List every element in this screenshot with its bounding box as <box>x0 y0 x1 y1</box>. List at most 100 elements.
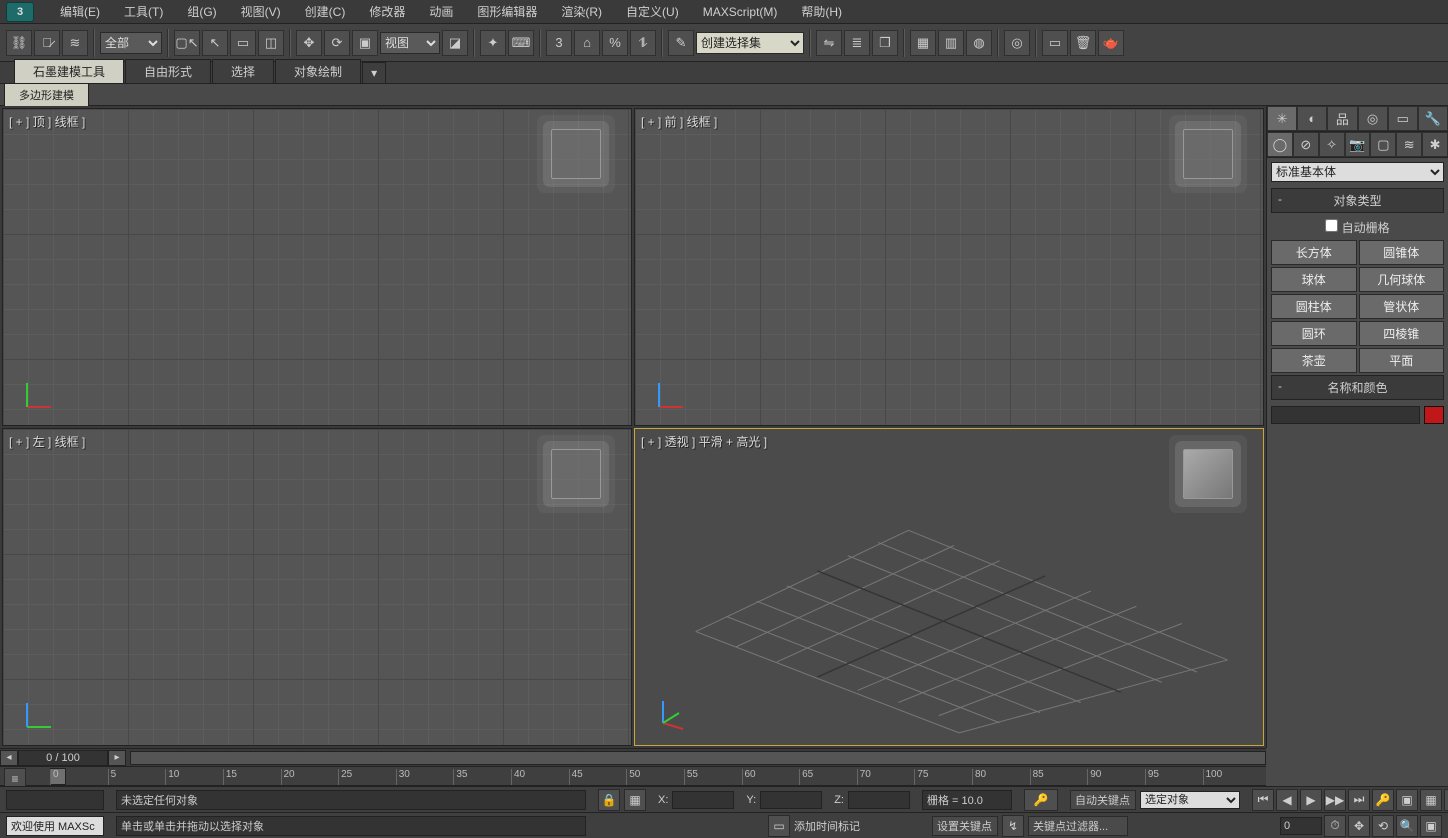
select-object-icon[interactable]: ▢↖ <box>174 30 200 56</box>
key-target-select[interactable]: 选定对象 <box>1140 791 1240 809</box>
pan-view-icon[interactable]: ✥ <box>1348 815 1370 837</box>
viewport-persp-label[interactable]: [ + ] 透视 ] 平滑 + 高光 ] <box>641 433 767 450</box>
render-production-icon[interactable]: 🗑 <box>1070 30 1096 56</box>
zoom-view-icon[interactable]: 🔍 <box>1396 815 1418 837</box>
zoom-all-icon[interactable]: ▦ <box>1420 789 1442 811</box>
tab-create-icon[interactable]: ✳ <box>1267 106 1297 131</box>
tab-display-icon[interactable]: ▭ <box>1388 106 1418 131</box>
tab-modify-icon[interactable]: ◐ <box>1297 106 1327 131</box>
tab-utilities-icon[interactable]: 🔧 <box>1418 106 1448 131</box>
render-frame-icon[interactable]: ▭ <box>1042 30 1068 56</box>
ref-coord-select[interactable]: 视图 <box>380 32 440 54</box>
selection-filter-select[interactable]: 全部 <box>100 32 162 54</box>
link-icon[interactable]: ⛓ <box>6 30 32 56</box>
trackbar-right-icon[interactable]: ▸ <box>108 750 126 766</box>
rollout-object-type[interactable]: 对象类型 <box>1271 188 1444 213</box>
viewcube-left-icon[interactable] <box>551 449 601 499</box>
track-slider[interactable] <box>130 751 1266 765</box>
viewport-front-label[interactable]: [ + ] 前 ] 线框 ] <box>641 113 717 130</box>
snap-toggle-icon[interactable]: 3 <box>546 30 572 56</box>
keymode-icon[interactable]: 🔑 <box>1372 789 1394 811</box>
menu-graph[interactable]: 图形编辑器 <box>465 0 549 23</box>
pivot-icon[interactable]: ◪ <box>442 30 468 56</box>
obj-plane-button[interactable]: 平面 <box>1359 348 1445 373</box>
menu-anim[interactable]: 动画 <box>417 0 465 23</box>
menu-create[interactable]: 创建(C) <box>293 0 358 23</box>
app-logo-icon[interactable]: 3 <box>6 2 34 22</box>
obj-torus-button[interactable]: 圆环 <box>1271 321 1357 346</box>
viewport-top[interactable]: [ + ] 顶 ] 线框 ] <box>2 108 632 426</box>
setkey-filter-icon[interactable]: ↯ <box>1002 815 1024 837</box>
keyfilter-button[interactable]: 关键点过滤器... <box>1028 816 1128 836</box>
obj-pyramid-button[interactable]: 四棱锥 <box>1359 321 1445 346</box>
bind-spacewarp-icon[interactable]: ≋ <box>62 30 88 56</box>
angle-snap-icon[interactable]: ⌂ <box>574 30 600 56</box>
fov-icon[interactable]: ◧ <box>1444 789 1448 811</box>
tab-hierarchy-icon[interactable]: 品 <box>1327 106 1357 131</box>
welcome-box[interactable]: 欢迎使用 MAXSc <box>6 816 104 836</box>
goto-end-icon[interactable]: ⏭ <box>1348 789 1370 811</box>
setkey-button[interactable]: 设置关键点 <box>932 816 998 836</box>
obj-cone-button[interactable]: 圆锥体 <box>1359 240 1445 265</box>
rtab-selection[interactable]: 选择 <box>212 59 274 83</box>
region-rect-icon[interactable]: ▭ <box>230 30 256 56</box>
rotate-icon[interactable]: ⟳ <box>324 30 350 56</box>
rtab-graphite[interactable]: 石墨建模工具 <box>14 59 124 83</box>
coord-y-input[interactable] <box>760 791 822 809</box>
menu-maxscript[interactable]: MAXScript(M) <box>691 2 790 22</box>
add-time-tag[interactable]: 添加时间标记 <box>794 818 860 834</box>
menu-render[interactable]: 渲染(R) <box>549 0 614 23</box>
curve-editor-icon[interactable]: ▦ <box>910 30 936 56</box>
zoom-extents-icon[interactable]: ▣ <box>1396 789 1418 811</box>
viewport-perspective[interactable]: [ + ] 透视 ] 平滑 + 高光 ] <box>634 428 1264 746</box>
subt-helpers-icon[interactable]: ▢ <box>1370 132 1396 157</box>
menu-help[interactable]: 帮助(H) <box>789 0 854 23</box>
window-crossing-icon[interactable]: ◫ <box>258 30 284 56</box>
menu-edit[interactable]: 编辑(E) <box>48 0 112 23</box>
obj-tube-button[interactable]: 管状体 <box>1359 294 1445 319</box>
viewport-left-label[interactable]: [ + ] 左 ] 线框 ] <box>9 433 85 450</box>
time-tag-icon[interactable]: ▭ <box>768 815 790 837</box>
render-setup-icon[interactable]: ◎ <box>1004 30 1030 56</box>
select-by-name-icon[interactable]: ↖ <box>202 30 228 56</box>
color-swatch[interactable] <box>1424 406 1444 424</box>
viewport-top-label[interactable]: [ + ] 顶 ] 线框 ] <box>9 113 85 130</box>
rollout-name-color[interactable]: 名称和颜色 <box>1271 375 1444 400</box>
maxscript-mini-listener[interactable] <box>6 790 104 810</box>
tab-motion-icon[interactable]: ◎ <box>1358 106 1388 131</box>
material-editor-icon[interactable]: ◍ <box>966 30 992 56</box>
trackbar-left-icon[interactable]: ◂ <box>0 750 18 766</box>
subt-spacewarps-icon[interactable]: ≋ <box>1396 132 1422 157</box>
obj-geosphere-button[interactable]: 几何球体 <box>1359 267 1445 292</box>
subt-systems-icon[interactable]: ✱ <box>1422 132 1448 157</box>
play-icon[interactable]: ▶ <box>1300 789 1322 811</box>
named-selection-set-select[interactable]: 创建选择集 <box>696 32 804 54</box>
viewcube-top-icon[interactable] <box>551 129 601 179</box>
menu-group[interactable]: 组(G) <box>175 0 228 23</box>
manipulate-icon[interactable]: ✦ <box>480 30 506 56</box>
viewcube-front-icon[interactable] <box>1183 129 1233 179</box>
menu-customize[interactable]: 自定义(U) <box>614 0 691 23</box>
prev-frame-icon[interactable]: ◀ <box>1276 789 1298 811</box>
unlink-icon[interactable]: ⛓̷ <box>34 30 60 56</box>
autogrid-checkbox[interactable] <box>1325 219 1338 232</box>
mirror-icon[interactable]: ⇋ <box>816 30 842 56</box>
edit-named-sel-icon[interactable]: ✎ <box>668 30 694 56</box>
subt-lights-icon[interactable]: ✧ <box>1319 132 1345 157</box>
rtab-paint[interactable]: 对象绘制 <box>275 59 361 83</box>
rtab-pin-icon[interactable]: ▾ <box>362 62 386 83</box>
spinner-snap-icon[interactable]: ⥮ <box>630 30 656 56</box>
move-icon[interactable]: ✥ <box>296 30 322 56</box>
goto-start-icon[interactable]: ⏮ <box>1252 789 1274 811</box>
viewport-left[interactable]: [ + ] 左 ] 线框 ] <box>2 428 632 746</box>
ribbon-subtab-polymodeling[interactable]: 多边形建模 <box>4 83 89 107</box>
transform-typein-icon[interactable]: ▦ <box>624 789 646 811</box>
obj-sphere-button[interactable]: 球体 <box>1271 267 1357 292</box>
object-name-input[interactable] <box>1271 406 1420 424</box>
coord-x-input[interactable] <box>672 791 734 809</box>
timeline[interactable]: ≡ 05101520253035404550556065707580859095… <box>0 766 1266 786</box>
subt-shapes-icon[interactable]: ⊘ <box>1293 132 1319 157</box>
menu-view[interactable]: 视图(V) <box>229 0 293 23</box>
keyboard-shortcut-icon[interactable]: ⌨ <box>508 30 534 56</box>
subt-cameras-icon[interactable]: 📷 <box>1345 132 1371 157</box>
